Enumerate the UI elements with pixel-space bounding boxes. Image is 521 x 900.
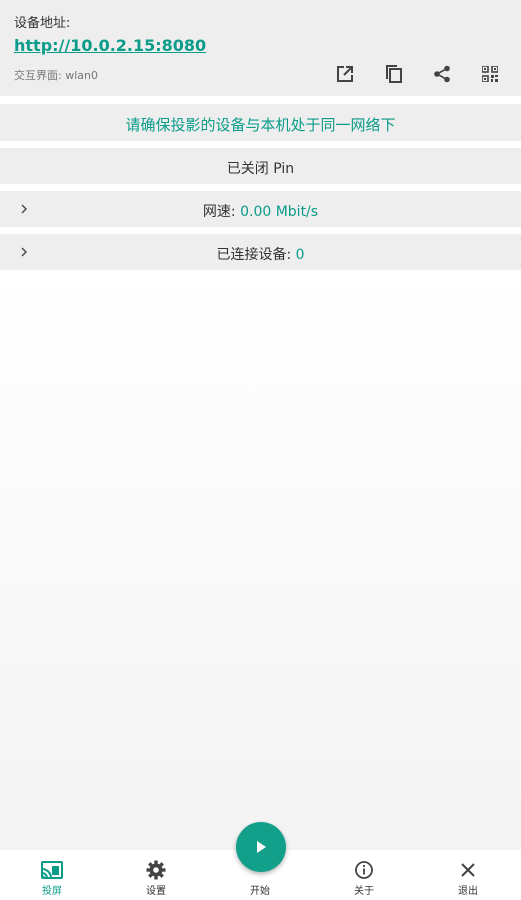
nav-item-exit[interactable]: 退出 [428, 850, 508, 900]
address-card: 设备地址: http://10.0.2.15:8080 交互界面: wlan0 [0, 0, 521, 96]
clients-text: 已连接设备: 0 [0, 244, 521, 264]
info-icon [353, 860, 375, 880]
nav-item-about[interactable]: 关于 [324, 850, 404, 900]
start-button[interactable] [236, 822, 286, 872]
share-icon[interactable] [431, 63, 453, 85]
copy-icon[interactable] [383, 63, 405, 85]
qr-code-icon[interactable] [479, 63, 501, 85]
nav-item-cast[interactable]: 投屏 [12, 850, 92, 900]
nav-label-cast: 投屏 [42, 886, 62, 897]
network-notice-card: 请确保投影的设备与本机处于同一网络下 [0, 104, 521, 141]
address-label: 设备地址: [14, 16, 71, 31]
speed-value: 0.00 Mbit/s [240, 204, 319, 220]
speed-label: 网速: [202, 204, 241, 220]
pin-status-text: 已关闭 Pin [226, 161, 295, 177]
nav-label-about: 关于 [354, 886, 374, 897]
interface-label: 交互界面: wlan0 [14, 69, 98, 82]
clients-label: 已连接设备: [216, 247, 296, 263]
cast-icon [41, 860, 63, 880]
speed-text: 网速: 0.00 Mbit/s [0, 201, 521, 221]
nav-label-exit: 退出 [458, 886, 478, 897]
nav-label-settings: 设置 [146, 886, 166, 897]
close-icon [457, 860, 479, 880]
gear-icon [145, 860, 167, 880]
network-notice-text: 请确保投影的设备与本机处于同一网络下 [125, 116, 396, 134]
open-external-icon[interactable] [334, 63, 356, 85]
nav-item-settings[interactable]: 设置 [116, 850, 196, 900]
pin-status-card[interactable]: 已关闭 Pin [0, 148, 521, 184]
clients-row[interactable]: 已连接设备: 0 [0, 234, 521, 270]
nav-label-start: 开始 [250, 886, 270, 897]
address-url-link[interactable]: http://10.0.2.15:8080 [14, 36, 206, 55]
play-icon [257, 841, 266, 853]
speed-row[interactable]: 网速: 0.00 Mbit/s [0, 191, 521, 227]
clients-value: 0 [295, 247, 305, 263]
